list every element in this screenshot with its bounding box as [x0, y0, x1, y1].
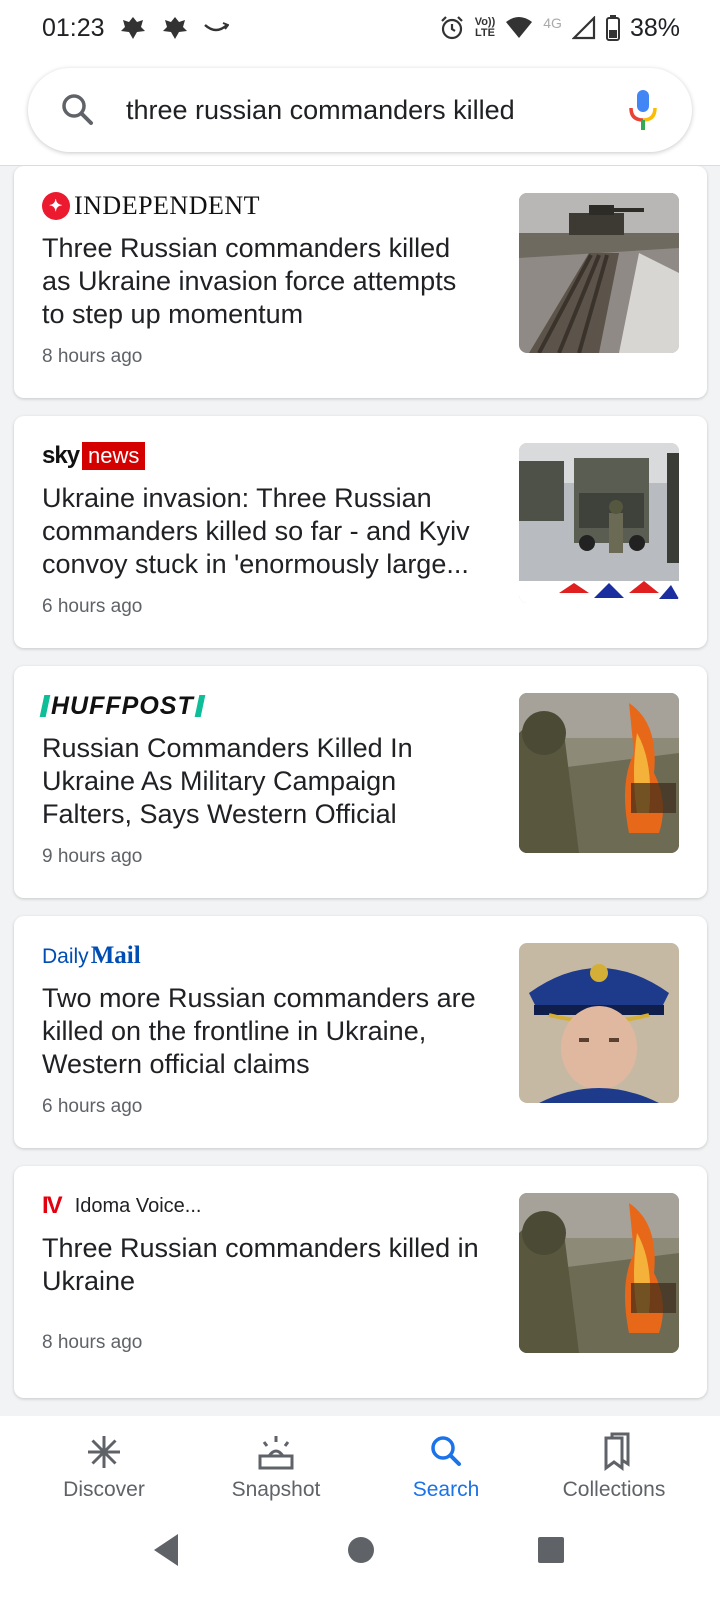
sky-logo-text: sky — [42, 442, 80, 469]
status-left: 01:23 — [42, 14, 229, 43]
news-logo-text: news — [82, 442, 146, 470]
nav-label: Collections — [562, 1478, 666, 1501]
timestamp: 9 hours ago — [42, 846, 143, 867]
amazon-smile-icon — [203, 21, 229, 35]
mail-logo-text: Mail — [90, 942, 141, 969]
huffpost-bar-icon — [39, 695, 51, 717]
source-name: Idoma Voice... — [74, 1194, 202, 1217]
recents-icon[interactable] — [537, 1532, 565, 1573]
source-huffpost: HUFFPOST — [39, 691, 206, 720]
timestamp: 6 hours ago — [42, 596, 143, 617]
search-header: three russian commanders killed — [0, 56, 720, 166]
source-independent: ✦ INDEPENDENT — [42, 191, 261, 220]
nav-search[interactable]: Search — [356, 1416, 536, 1508]
volte-icon: Vo)) LTE — [474, 16, 496, 39]
independent-eagle-icon: ✦ — [42, 192, 70, 220]
battery-icon — [605, 15, 620, 41]
status-time: 01:23 — [42, 13, 105, 42]
source-name: HUFFPOST — [51, 691, 194, 720]
news-card[interactable]: sky news Ukraine invasion: Three Russian… — [14, 416, 707, 648]
results-feed: ✦ INDEPENDENT Three Russian commanders k… — [0, 166, 720, 1416]
article-thumbnail[interactable] — [519, 943, 679, 1103]
nav-discover[interactable]: Discover — [14, 1416, 194, 1508]
bookmarks-icon — [524, 1432, 704, 1472]
source-sky-news: sky news — [42, 442, 146, 470]
daily-logo-text: Daily — [42, 945, 89, 968]
headline[interactable]: Three Russian commanders killed in Ukrai… — [42, 1232, 482, 1298]
search-icon[interactable] — [58, 90, 98, 135]
article-thumbnail[interactable] — [519, 443, 679, 603]
notification-app-icon — [161, 14, 189, 42]
system-navigation — [0, 1508, 720, 1600]
huffpost-bar-icon — [194, 695, 206, 717]
timestamp: 8 hours ago — [42, 1332, 143, 1353]
nav-collections[interactable]: Collections — [524, 1416, 704, 1508]
nav-label: Discover — [63, 1478, 145, 1501]
asterisk-icon — [14, 1432, 194, 1472]
bottom-navigation: Discover Snapshot Search Collections — [0, 1416, 720, 1508]
mic-icon[interactable] — [628, 88, 658, 137]
source-name: INDEPENDENT — [74, 191, 261, 220]
source-idoma-voice: IV Idoma Voice... — [42, 1192, 201, 1220]
signal-icon — [571, 16, 596, 40]
news-card[interactable]: ✦ INDEPENDENT Three Russian commanders k… — [14, 166, 707, 398]
nav-label: Search — [412, 1478, 480, 1501]
news-card[interactable]: IV Idoma Voice... Three Russian commande… — [14, 1166, 707, 1398]
snapshot-icon — [186, 1432, 366, 1472]
wifi-icon — [505, 16, 533, 40]
back-icon[interactable] — [150, 1532, 182, 1573]
article-thumbnail[interactable] — [519, 193, 679, 353]
timestamp: 8 hours ago — [42, 346, 143, 367]
home-icon[interactable] — [347, 1532, 375, 1573]
headline[interactable]: Two more Russian commanders are killed o… — [42, 982, 482, 1081]
notification-app-icon — [119, 14, 147, 42]
news-card[interactable]: Daily Mail Two more Russian commanders a… — [14, 916, 707, 1148]
headline[interactable]: Russian Commanders Killed In Ukraine As … — [42, 732, 482, 831]
source-daily-mail: Daily Mail — [42, 942, 141, 970]
headline[interactable]: Ukraine invasion: Three Russian commande… — [42, 482, 482, 581]
battery-percent: 38% — [629, 13, 680, 42]
timestamp: 6 hours ago — [42, 1096, 143, 1117]
lte-label: LTE — [474, 27, 495, 39]
search-icon — [356, 1432, 536, 1472]
search-input[interactable]: three russian commanders killed — [126, 68, 515, 152]
article-thumbnail[interactable] — [519, 693, 679, 853]
status-right: Vo)) LTE 4G 38% — [439, 14, 680, 43]
alarm-icon — [439, 15, 465, 41]
status-bar: 01:23 Vo)) LTE 4G 38% — [0, 0, 720, 56]
news-card[interactable]: HUFFPOST Russian Commanders Killed In Uk… — [14, 666, 707, 898]
search-box[interactable]: three russian commanders killed — [28, 68, 692, 152]
headline[interactable]: Three Russian commanders killed as Ukrai… — [42, 232, 482, 331]
nav-label: Snapshot — [231, 1478, 321, 1501]
nav-snapshot[interactable]: Snapshot — [186, 1416, 366, 1508]
network-type: 4G — [543, 15, 562, 31]
idoma-voice-logo: IV — [42, 1192, 63, 1219]
article-thumbnail[interactable] — [519, 1193, 679, 1353]
